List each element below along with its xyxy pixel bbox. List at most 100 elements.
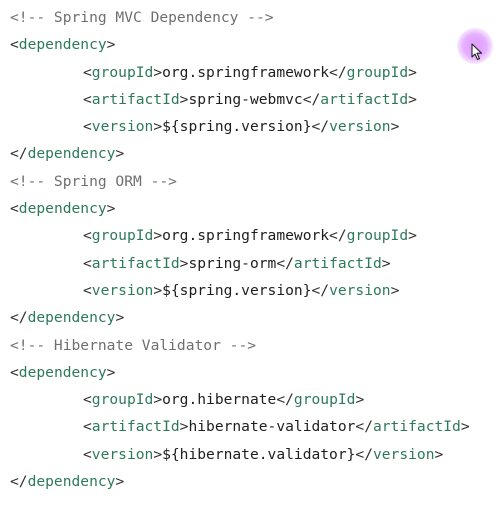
tag-name: artifactId (372, 418, 461, 436)
tag-name: version (372, 445, 435, 463)
bracket: < (10, 363, 19, 381)
bracket: > (460, 418, 470, 436)
cursor-highlight (457, 28, 493, 64)
dependency-close-line: </dependency> (10, 140, 499, 167)
artifactid-value: hibernate-validator (188, 418, 356, 436)
tag-name: version (91, 118, 154, 136)
bracket: > (408, 227, 417, 245)
bracket: > (390, 281, 400, 299)
bracket: </ (311, 118, 330, 136)
bracket: > (434, 445, 444, 463)
bracket: < (83, 254, 92, 272)
tag-name: groupId (346, 63, 409, 81)
bracket: > (153, 445, 163, 463)
version-line: <version>${hibernate.validator}</version… (10, 441, 499, 468)
comment-line: <!-- Spring ORM --> (10, 168, 499, 195)
xml-comment: <!-- Spring ORM --> (10, 172, 177, 190)
artifactid-line: <artifactId>hibernate-validator</artifac… (10, 413, 499, 440)
bracket: </ (355, 418, 373, 436)
comment-line: <!-- Spring MVC Dependency --> (10, 4, 499, 31)
bracket: > (381, 254, 391, 272)
xml-comment: <!-- Hibernate Validator --> (10, 336, 257, 354)
tag-name: artifactId (91, 254, 180, 272)
bracket: < (10, 36, 19, 54)
bracket: > (408, 63, 417, 81)
tag-name: artifactId (293, 254, 382, 272)
bracket: < (83, 118, 92, 136)
tag-name: dependency (18, 363, 107, 381)
bracket: > (153, 63, 163, 81)
xml-comment: <!-- Spring MVC Dependency --> (10, 9, 274, 26)
bracket: > (106, 200, 116, 218)
tag-name: version (91, 445, 154, 463)
groupid-line: <groupId>org.hibernate</groupId> (10, 386, 499, 413)
bracket: > (153, 227, 163, 245)
tag-name: dependency (27, 473, 116, 491)
groupid-value: org.hibernate (162, 391, 277, 409)
tag-name: groupId (91, 63, 154, 81)
bracket: < (10, 200, 19, 218)
bracket: </ (311, 281, 330, 299)
tag-name: dependency (27, 309, 116, 327)
artifactid-value: spring-orm (188, 254, 277, 272)
bracket: > (106, 363, 116, 381)
groupid-line: <groupId>org.springframework</groupId> (10, 59, 499, 86)
dependency-open-line: <dependency> (10, 359, 499, 386)
bracket: > (153, 391, 163, 409)
tag-name: groupId (91, 391, 154, 409)
tag-name: version (329, 281, 391, 299)
bracket: </ (276, 391, 294, 409)
tag-name: dependency (27, 145, 116, 163)
tag-name: version (329, 118, 391, 136)
comment-line: <!-- Hibernate Validator --> (10, 332, 499, 359)
tag-name: dependency (18, 200, 107, 218)
tag-name: artifactId (91, 418, 180, 436)
tag-name: groupId (346, 227, 409, 245)
bracket: < (83, 227, 92, 245)
code-editor: <!-- Spring MVC Dependency --> <dependen… (10, 4, 499, 495)
dependency-close-line: </dependency> (10, 468, 499, 495)
bracket: > (106, 36, 116, 54)
bracket: </ (355, 445, 373, 463)
bracket: > (390, 118, 400, 136)
bracket: </ (329, 63, 347, 81)
bracket: > (115, 145, 125, 163)
dependency-open-line: <dependency> (10, 195, 499, 222)
version-value: ${hibernate.validator} (162, 445, 356, 463)
bracket: </ (302, 90, 321, 108)
tag-name: groupId (91, 227, 154, 245)
dependency-close-line: </dependency> (10, 304, 499, 331)
groupid-line: <groupId>org.springframework</groupId> (10, 222, 499, 249)
bracket: < (83, 418, 92, 436)
bracket: > (355, 391, 365, 409)
mouse-pointer-icon (471, 43, 483, 61)
bracket: </ (10, 309, 28, 327)
version-value: ${spring.version} (162, 118, 312, 136)
tag-name: groupId (293, 391, 356, 409)
groupid-value: org.springframework (162, 227, 330, 245)
bracket: < (83, 90, 92, 108)
version-line: <version>${spring.version}</version> (10, 277, 499, 304)
bracket: > (408, 90, 417, 108)
bracket: > (115, 309, 125, 327)
bracket: > (153, 118, 163, 136)
bracket: < (83, 281, 92, 299)
version-value: ${spring.version} (162, 281, 312, 299)
tag-name: artifactId (320, 90, 409, 108)
dependency-open-line: <dependency> (10, 31, 499, 58)
groupid-value: org.springframework (162, 63, 330, 81)
bracket: </ (10, 145, 28, 163)
tag-name: artifactId (91, 90, 180, 108)
bracket: </ (329, 227, 347, 245)
bracket: > (115, 473, 125, 491)
bracket: < (83, 445, 92, 463)
bracket: > (153, 281, 163, 299)
tag-name: version (91, 281, 154, 299)
artifactid-line: <artifactId>spring-orm</artifactId> (10, 250, 499, 277)
artifactid-line: <artifactId>spring-webmvc</artifactId> (10, 86, 499, 113)
version-line: <version>${spring.version}</version> (10, 113, 499, 140)
bracket: </ (10, 473, 28, 491)
tag-name: dependency (18, 36, 107, 54)
bracket: < (83, 63, 92, 81)
artifactid-value: spring-webmvc (188, 90, 303, 108)
